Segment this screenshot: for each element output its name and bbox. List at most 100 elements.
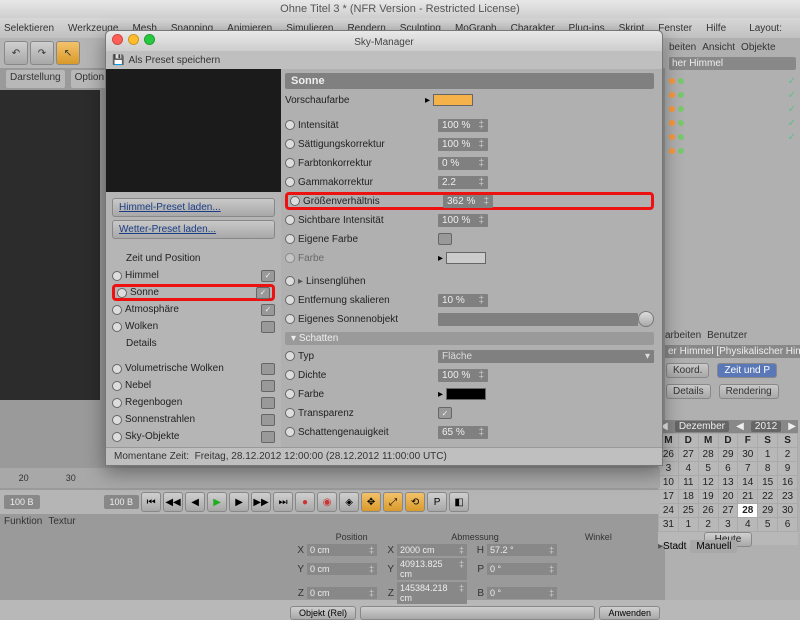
visible-intensity-field[interactable]: 100 %: [438, 214, 488, 227]
menu-item[interactable]: Selektieren: [4, 23, 54, 34]
prev-year-button[interactable]: ◀: [736, 421, 744, 432]
undo-button[interactable]: ↶: [4, 41, 28, 65]
tab-funktion[interactable]: Funktion: [4, 516, 42, 527]
pla-button[interactable]: ◧: [449, 492, 469, 512]
calendar-grid[interactable]: MDMDFSS 262728293012 3456789 10111213141…: [658, 433, 798, 532]
obj-row[interactable]: [669, 144, 796, 158]
shadow-accuracy-field[interactable]: 65 %: [438, 426, 488, 439]
month-select[interactable]: Dezember: [675, 421, 729, 432]
save-preset-button[interactable]: Als Preset speichern: [128, 55, 220, 66]
viewport[interactable]: [0, 90, 100, 400]
zoom-icon[interactable]: [144, 34, 155, 45]
sidebar-item-sunbeams[interactable]: Sonnenstrahlen: [112, 411, 275, 428]
own-color-checkbox[interactable]: [438, 233, 452, 245]
rot-p[interactable]: 0 °: [487, 563, 557, 575]
close-icon[interactable]: [112, 34, 123, 45]
pos-z[interactable]: 0 cm: [307, 587, 377, 599]
menu-item[interactable]: Hilfe: [706, 23, 726, 34]
goto-end-button[interactable]: ⏭: [273, 492, 293, 512]
gamma-field[interactable]: 2.2: [438, 176, 488, 189]
record-button[interactable]: ●: [295, 492, 315, 512]
menu-item[interactable]: Fenster: [658, 23, 692, 34]
pos-y[interactable]: 0 cm: [307, 563, 377, 575]
intensity-field[interactable]: 100 %: [438, 119, 488, 132]
attr-tab[interactable]: Koord.: [666, 363, 709, 378]
next-frame-button[interactable]: ▶: [229, 492, 249, 512]
selected-preset[interactable]: her Himmel: [669, 57, 796, 70]
obj-row[interactable]: ✓: [669, 74, 796, 88]
select-tool-button[interactable]: ↖: [56, 41, 80, 65]
size-ratio-field[interactable]: 362 %: [443, 195, 493, 208]
hue-field[interactable]: 0 %: [438, 157, 488, 170]
tab[interactable]: arbeiten: [665, 330, 701, 341]
tab-textur[interactable]: Textur: [48, 516, 75, 527]
redo-button[interactable]: ↷: [30, 41, 54, 65]
timeline[interactable]: 20 30: [0, 468, 660, 488]
next-year-button[interactable]: ▶: [788, 421, 796, 432]
obj-row[interactable]: ✓: [669, 130, 796, 144]
load-sky-preset-button[interactable]: Himmel-Preset laden...: [112, 198, 275, 217]
pick-object-button[interactable]: [638, 311, 654, 327]
sidebar-item-details[interactable]: Details: [112, 335, 275, 352]
distance-scale-field[interactable]: 10 %: [438, 294, 488, 307]
tab[interactable]: Objekte: [741, 42, 775, 53]
size-z[interactable]: 145384.218 cm: [397, 582, 467, 604]
size-header: Abmessung: [413, 532, 536, 542]
saturation-field[interactable]: 100 %: [438, 138, 488, 151]
shadow-transparency-checkbox[interactable]: ✓: [438, 407, 452, 419]
tab[interactable]: Ansicht: [702, 42, 735, 53]
goto-start-button[interactable]: ⏮: [141, 492, 161, 512]
autokey-button[interactable]: ◉: [317, 492, 337, 512]
main-window-title: Ohne Titel 3 * (NFR Version - Restricted…: [0, 0, 800, 18]
own-sun-object-field[interactable]: [438, 313, 638, 326]
sidebar-item-sun[interactable]: Sonne✓: [112, 284, 275, 301]
size-x[interactable]: 2000 cm: [397, 544, 467, 556]
play-button[interactable]: ▶: [207, 492, 227, 512]
param-key-button[interactable]: P: [427, 492, 447, 512]
year-select[interactable]: 2012: [751, 421, 781, 432]
sidebar-item-volclouds[interactable]: Volumetrische Wolken: [112, 360, 275, 377]
sidebar-item-time[interactable]: Zeit und Position: [112, 250, 275, 267]
attr-tab[interactable]: Details: [666, 384, 711, 399]
end-frame-field[interactable]: 100 B: [104, 495, 140, 509]
move-key-button[interactable]: ✥: [361, 492, 381, 512]
preview-color-swatch[interactable]: [433, 94, 473, 106]
sidebar-item-rainbow[interactable]: Regenbogen: [112, 394, 275, 411]
step-back-button[interactable]: ◀◀: [163, 492, 183, 512]
keyframe-button[interactable]: ◈: [339, 492, 359, 512]
tab[interactable]: beiten: [669, 42, 696, 53]
obj-row[interactable]: ✓: [669, 88, 796, 102]
coord-mode-select[interactable]: Objekt (Rel): [290, 606, 356, 620]
shadow-header[interactable]: ▾ Schatten: [285, 332, 654, 345]
tab[interactable]: Benutzer: [707, 330, 747, 341]
tab-option[interactable]: Option: [71, 70, 108, 88]
load-weather-preset-button[interactable]: Wetter-Preset laden...: [112, 220, 275, 239]
shadow-density-field[interactable]: 100 %: [438, 369, 488, 382]
minimize-icon[interactable]: [128, 34, 139, 45]
prev-frame-button[interactable]: ◀: [185, 492, 205, 512]
size-y[interactable]: 40913.825 cm: [397, 558, 467, 580]
sidebar-item-sky[interactable]: Himmel✓: [112, 267, 275, 284]
attr-tab[interactable]: Rendering: [719, 384, 779, 399]
sidebar-item-skyobjects[interactable]: Sky-Objekte: [112, 428, 275, 445]
pos-x[interactable]: 0 cm: [307, 544, 377, 556]
attr-tab[interactable]: Zeit und P: [717, 363, 777, 378]
rot-h[interactable]: 57.2 °: [487, 544, 557, 556]
rotate-key-button[interactable]: ⟲: [405, 492, 425, 512]
tab-darstellung[interactable]: Darstellung: [6, 70, 65, 88]
obj-row[interactable]: ✓: [669, 116, 796, 130]
rot-b[interactable]: 0 °: [487, 587, 557, 599]
shadow-color-swatch[interactable]: [446, 388, 486, 400]
city-field[interactable]: Manuell: [690, 540, 737, 553]
step-fwd-button[interactable]: ▶▶: [251, 492, 271, 512]
obj-row[interactable]: ✓: [669, 102, 796, 116]
shadow-type-select[interactable]: Fläche▾: [438, 350, 654, 363]
sidebar-item-clouds[interactable]: Wolken: [112, 318, 275, 335]
apply-button[interactable]: Anwenden: [599, 606, 660, 620]
current-frame-field[interactable]: 100 B: [4, 495, 40, 509]
sidebar-item-atmosphere[interactable]: Atmosphäre✓: [112, 301, 275, 318]
section-header-sun: Sonne: [285, 73, 654, 89]
sidebar-item-fog[interactable]: Nebel: [112, 377, 275, 394]
scale-key-button[interactable]: ⤢: [383, 492, 403, 512]
save-preset-icon[interactable]: 💾: [112, 55, 124, 66]
